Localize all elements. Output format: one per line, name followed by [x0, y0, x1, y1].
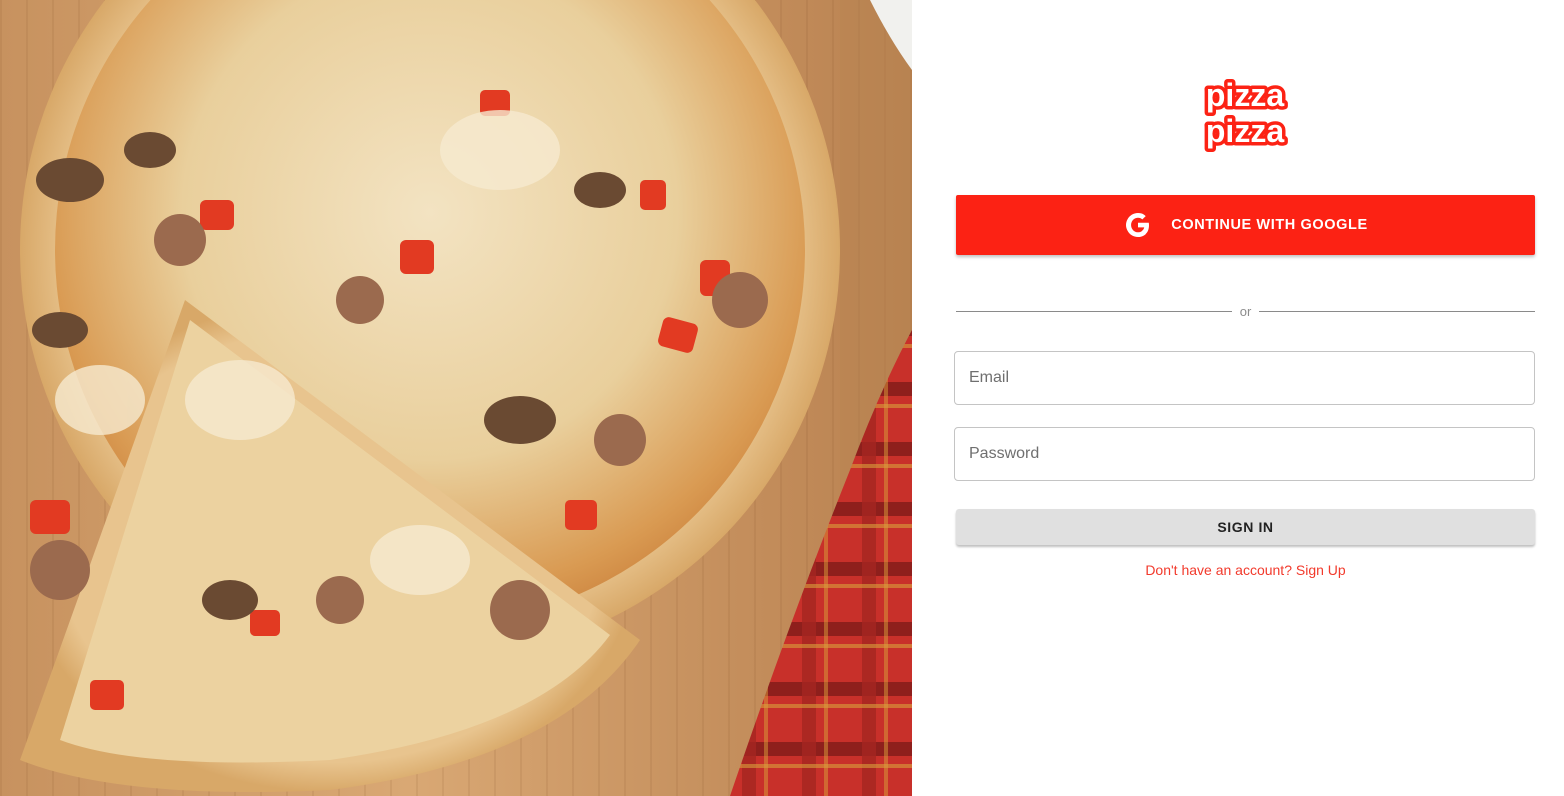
sign-in-button[interactable]: SIGN IN	[956, 509, 1535, 545]
or-divider: or	[956, 302, 1535, 320]
password-input[interactable]	[955, 428, 1534, 480]
email-input[interactable]	[955, 352, 1534, 404]
auth-panel: pizza pizza pizza pizza CONTINUE WITH GO…	[912, 0, 1564, 796]
sign-up-link[interactable]: Don't have an account? Sign Up	[956, 562, 1535, 578]
logo-line1: pizza	[1206, 77, 1284, 113]
password-field-wrapper	[954, 427, 1535, 481]
google-g-icon	[1123, 210, 1153, 240]
google-button-label: CONTINUE WITH GOOGLE	[1171, 217, 1368, 233]
divider-line-right	[1259, 310, 1535, 312]
divider-line-left	[956, 310, 1232, 312]
pizza-pizza-logo: pizza pizza pizza pizza	[1202, 74, 1287, 152]
hero-image	[0, 0, 912, 796]
continue-with-google-button[interactable]: CONTINUE WITH GOOGLE	[956, 195, 1535, 255]
divider-text: or	[1239, 303, 1252, 319]
login-page: pizza pizza pizza pizza CONTINUE WITH GO…	[0, 0, 1564, 796]
email-field-wrapper	[954, 351, 1535, 405]
logo-line2: pizza	[1206, 113, 1284, 149]
pizza-photo	[20, 0, 912, 796]
